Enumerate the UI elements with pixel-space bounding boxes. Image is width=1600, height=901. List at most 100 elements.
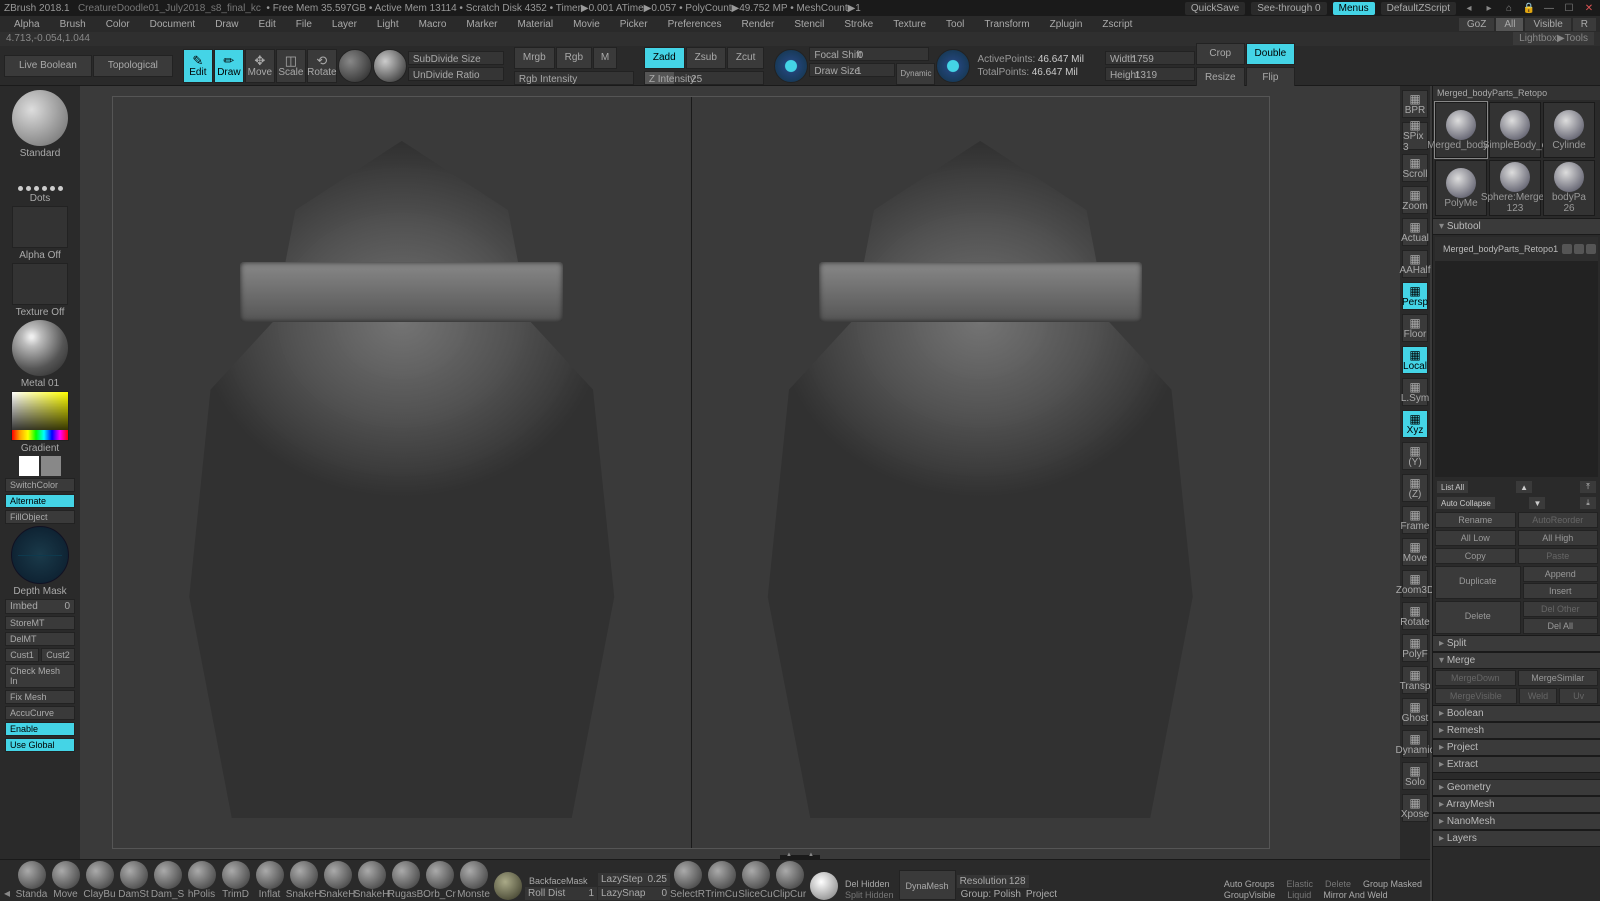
tool-name[interactable]: Merged_bodyParts_Retopo bbox=[1433, 86, 1600, 100]
listall-button[interactable]: List All bbox=[1437, 481, 1468, 493]
copy-button[interactable]: Copy bbox=[1435, 548, 1516, 564]
subdivide-size-slider[interactable]: SubDivide Size bbox=[408, 51, 504, 65]
navstrip-spix3[interactable]: ▦SPix 3 bbox=[1402, 122, 1428, 150]
dynamic-button[interactable]: Dynamic bbox=[896, 63, 935, 85]
up-icon[interactable]: ▲ bbox=[1516, 481, 1532, 493]
menu-picker[interactable]: Picker bbox=[610, 18, 658, 31]
mergedown-button[interactable]: MergeDown bbox=[1435, 670, 1516, 686]
menu-texture[interactable]: Texture bbox=[883, 18, 936, 31]
close-icon[interactable]: ✕ bbox=[1582, 1, 1596, 15]
brush-snakeh[interactable]: SnakeH bbox=[287, 861, 320, 900]
subtool-row[interactable]: Merged_bodyParts_Retopo1 bbox=[1435, 237, 1598, 261]
menu-draw[interactable]: Draw bbox=[205, 18, 248, 31]
delete-subtool-button[interactable]: Delete bbox=[1435, 601, 1521, 634]
undivide-ratio-slider[interactable]: UnDivide Ratio bbox=[408, 67, 504, 81]
extract-section[interactable]: Extract bbox=[1433, 756, 1600, 773]
brush-dam_s[interactable]: Dam_S bbox=[151, 861, 184, 900]
navstrip-floor[interactable]: ▦Floor bbox=[1402, 314, 1428, 342]
topological-button[interactable]: Topological bbox=[93, 55, 173, 77]
stroke-swatch[interactable] bbox=[12, 161, 68, 191]
fillobject-button[interactable]: FillObject bbox=[5, 510, 75, 524]
duplicate-button[interactable]: Duplicate bbox=[1435, 566, 1521, 599]
merge-section[interactable]: Merge bbox=[1433, 652, 1600, 669]
nav-right-icon[interactable]: ▸ bbox=[1482, 1, 1496, 15]
section-arraymesh[interactable]: ArrayMesh bbox=[1433, 796, 1600, 813]
visible-tab[interactable]: Visible bbox=[1525, 18, 1570, 31]
switchcolor-button[interactable]: SwitchColor bbox=[5, 478, 75, 492]
minimize-icon[interactable]: — bbox=[1542, 1, 1556, 15]
brush-move[interactable]: Move bbox=[49, 861, 82, 900]
alternate-button[interactable]: Alternate bbox=[5, 494, 75, 508]
menu-render[interactable]: Render bbox=[732, 18, 785, 31]
navstrip-transp[interactable]: ▦Transp bbox=[1402, 666, 1428, 694]
selectrect-button[interactable]: SelectR bbox=[671, 861, 704, 900]
color-picker[interactable] bbox=[11, 391, 69, 441]
menu-macro[interactable]: Macro bbox=[409, 18, 457, 31]
shelf-left-icon[interactable]: ◂ bbox=[4, 886, 14, 900]
navstrip-rotate[interactable]: ▦Rotate bbox=[1402, 602, 1428, 630]
append-button[interactable]: Append bbox=[1523, 566, 1599, 582]
groupvisible-button[interactable]: GroupVisible bbox=[1220, 890, 1279, 900]
menu-marker[interactable]: Marker bbox=[456, 18, 507, 31]
default-zscript-button[interactable]: DefaultZScript bbox=[1381, 2, 1456, 15]
lazystep-slider[interactable]: LazyStep0.25 bbox=[598, 873, 670, 886]
all-tab[interactable]: All bbox=[1496, 18, 1523, 31]
menu-edit[interactable]: Edit bbox=[249, 18, 286, 31]
section-geometry[interactable]: Geometry bbox=[1433, 779, 1600, 796]
allhigh-button[interactable]: All High bbox=[1518, 530, 1599, 546]
rename-button[interactable]: Rename bbox=[1435, 512, 1516, 528]
navstrip-lsym[interactable]: ▦L.Sym bbox=[1402, 378, 1428, 406]
menu-alpha[interactable]: Alpha bbox=[4, 18, 50, 31]
drawsize-icon[interactable] bbox=[936, 49, 970, 83]
navstrip-ghost[interactable]: ▦Ghost bbox=[1402, 698, 1428, 726]
rolldist-slider[interactable]: Roll Dist1 bbox=[525, 887, 597, 900]
fixmesh-button[interactable]: Fix Mesh bbox=[5, 690, 75, 704]
double-button[interactable]: Double bbox=[1246, 43, 1296, 65]
imbed-slider[interactable]: Imbed 0 bbox=[5, 599, 75, 614]
autogroups-button[interactable]: Auto Groups bbox=[1220, 879, 1279, 889]
menu-movie[interactable]: Movie bbox=[563, 18, 610, 31]
nav-left-icon[interactable]: ◂ bbox=[1462, 1, 1476, 15]
maximize-icon[interactable]: ☐ bbox=[1562, 1, 1576, 15]
navstrip-move[interactable]: ▦Move bbox=[1402, 538, 1428, 566]
split-section[interactable]: Split bbox=[1433, 635, 1600, 652]
navstrip-local[interactable]: ▦Local bbox=[1402, 346, 1428, 374]
delhidden-button[interactable]: Del Hidden bbox=[841, 879, 898, 889]
elastic-button[interactable]: Elastic bbox=[1282, 879, 1317, 889]
edit-mode-button[interactable]: ✎Edit bbox=[183, 49, 213, 83]
rotate-mode-button[interactable]: ⟲Rotate bbox=[307, 49, 337, 83]
clipcurve-button[interactable]: ClipCur bbox=[773, 861, 806, 900]
menu-document[interactable]: Document bbox=[140, 18, 206, 31]
brush-hpolis[interactable]: hPolis bbox=[185, 861, 218, 900]
menu-light[interactable]: Light bbox=[367, 18, 409, 31]
focal-shift-slider[interactable]: Focal Shift0 bbox=[809, 47, 929, 61]
navstrip-y[interactable]: ▦(Y) bbox=[1402, 442, 1428, 470]
delall-button[interactable]: Del All bbox=[1523, 618, 1599, 634]
z-intensity-slider[interactable]: Z Intensity25 bbox=[644, 71, 764, 85]
brush-rugasb[interactable]: RugasB bbox=[389, 861, 422, 900]
navstrip-scroll[interactable]: ▦Scroll bbox=[1402, 154, 1428, 182]
depth-mask-widget[interactable] bbox=[11, 526, 69, 584]
menu-zscript[interactable]: Zscript bbox=[1092, 18, 1142, 31]
menu-layer[interactable]: Layer bbox=[322, 18, 367, 31]
width-slider[interactable]: Width1759 bbox=[1105, 51, 1195, 65]
project-section[interactable]: Project bbox=[1433, 739, 1600, 756]
tool-thumb[interactable]: bodyPa26 bbox=[1543, 160, 1595, 216]
menu-tool[interactable]: Tool bbox=[936, 18, 974, 31]
rgb-button[interactable]: Rgb bbox=[556, 47, 592, 69]
seethrough-slider[interactable]: See-through 0 bbox=[1251, 2, 1326, 15]
dynamesh-button[interactable]: DynaMesh bbox=[899, 870, 956, 900]
cust1-button[interactable]: Cust1 bbox=[5, 648, 39, 662]
dynamesh-icon[interactable] bbox=[807, 872, 840, 900]
home-icon[interactable]: ⌂ bbox=[1502, 1, 1516, 15]
navstrip-solo[interactable]: ▦Solo bbox=[1402, 762, 1428, 790]
viewport[interactable] bbox=[82, 86, 1300, 859]
texture-swatch[interactable] bbox=[12, 263, 68, 305]
brush-claybu[interactable]: ClayBu bbox=[83, 861, 116, 900]
live-boolean-button[interactable]: Live Boolean bbox=[4, 55, 92, 77]
up2-icon[interactable]: ⤒ bbox=[1580, 481, 1596, 493]
brush-trimd[interactable]: TrimD bbox=[219, 861, 252, 900]
menu-brush[interactable]: Brush bbox=[50, 18, 96, 31]
menu-stroke[interactable]: Stroke bbox=[834, 18, 883, 31]
cust2-button[interactable]: Cust2 bbox=[41, 648, 75, 662]
